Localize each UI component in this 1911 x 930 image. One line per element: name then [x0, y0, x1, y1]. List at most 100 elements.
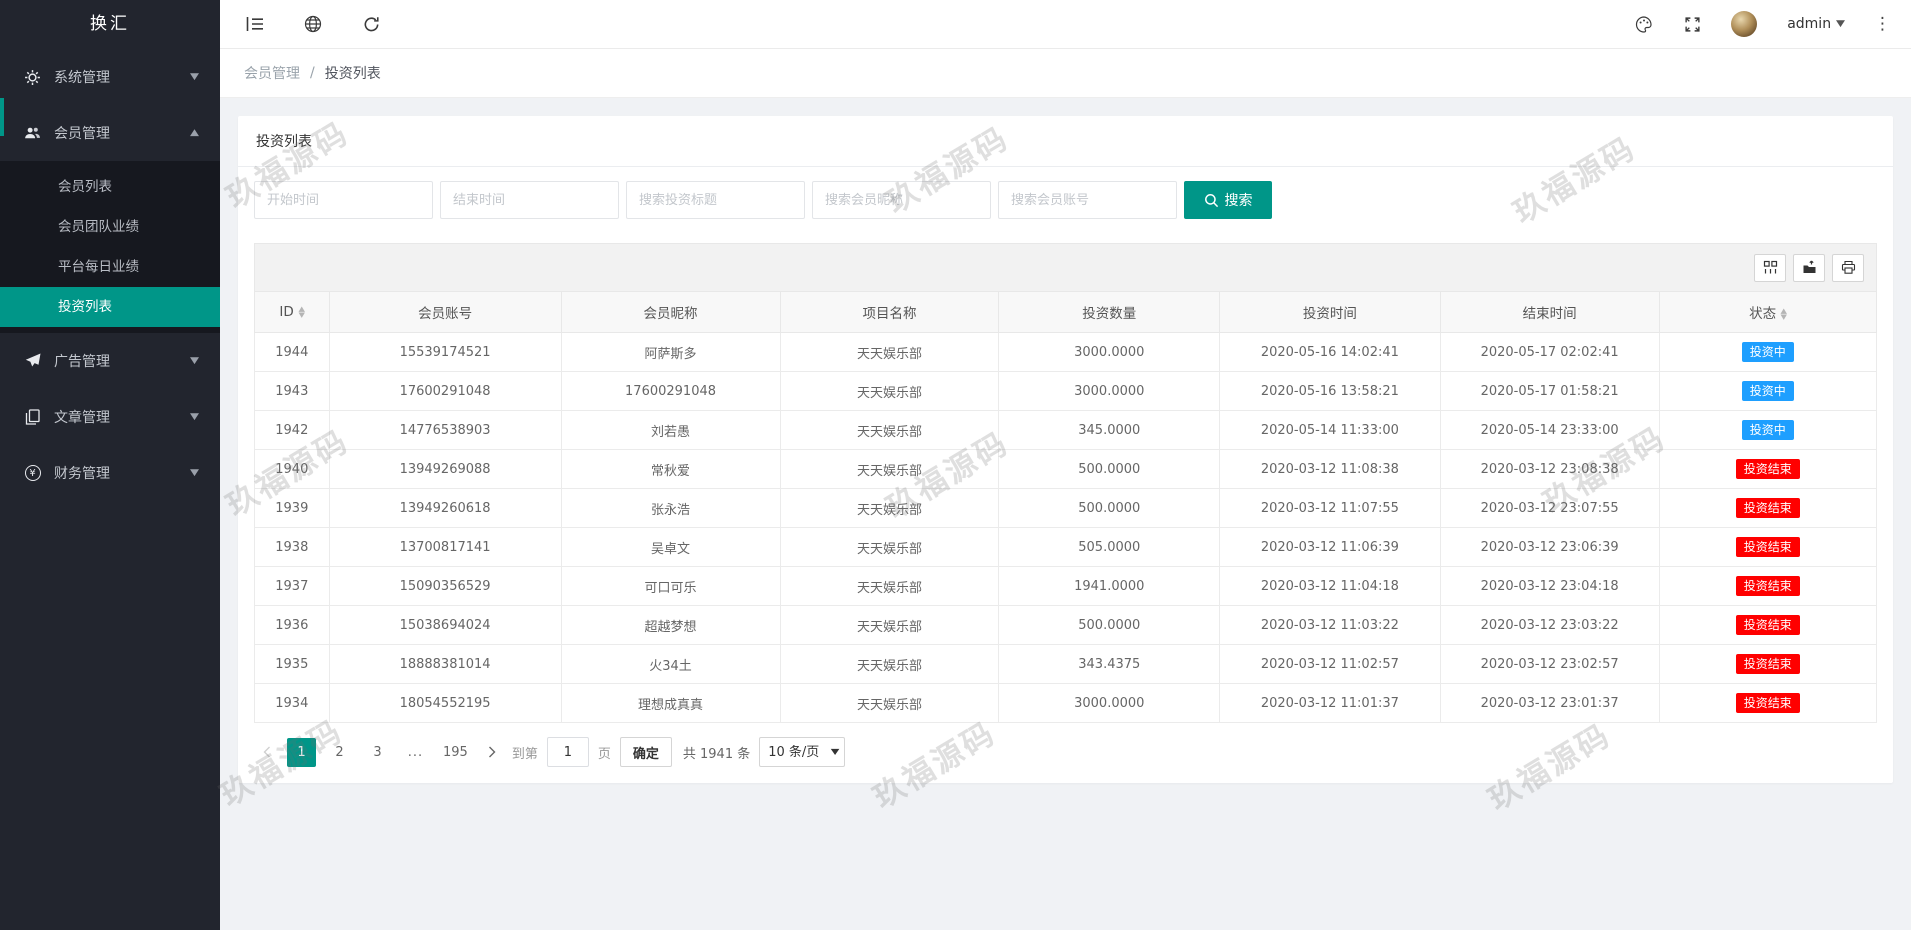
sidebar-item-daily-performance[interactable]: 平台每日业绩 [0, 247, 220, 287]
cell-invest-time: 2020-03-12 11:01:37 [1220, 684, 1441, 723]
avatar[interactable] [1731, 11, 1757, 37]
cell-amount: 505.0000 [999, 528, 1220, 567]
fullscreen-icon[interactable] [1683, 15, 1701, 33]
sidebar-item-finance[interactable]: ¥ 财务管理 ▼ [0, 445, 220, 501]
search-icon [1204, 193, 1219, 208]
cell-nickname: 常秋爱 [561, 450, 780, 489]
export-icon[interactable] [1793, 254, 1825, 282]
cell-id: 1939 [255, 489, 330, 528]
globe-icon[interactable] [304, 15, 322, 33]
end-time-input[interactable] [440, 181, 619, 219]
cell-account: 13700817141 [329, 528, 561, 567]
copy-icon [24, 409, 41, 426]
sidebar-submenu: 会员列表 会员团队业绩 平台每日业绩 投资列表 [0, 161, 220, 333]
table-row: 1940 13949269088 常秋爱 天天娱乐部 500.0000 2020… [255, 450, 1877, 489]
cell-invest-time: 2020-03-12 11:07:55 [1220, 489, 1441, 528]
pagination-page[interactable]: 2 [325, 738, 354, 767]
pagination: 123...195 到第 页 确定 共 1941 条 10 条/页 [254, 723, 1877, 783]
cell-invest-time: 2020-03-12 11:03:22 [1220, 606, 1441, 645]
cell-nickname: 火34土 [561, 645, 780, 684]
sidebar-item-label: 财务管理 [54, 463, 191, 483]
breadcrumb-parent[interactable]: 会员管理 [244, 63, 300, 83]
column-header-id[interactable]: ID▲▼ [255, 292, 330, 333]
status-badge: 投资结束 [1736, 693, 1800, 713]
palette-icon[interactable] [1635, 15, 1653, 33]
goto-page-input[interactable] [547, 737, 589, 767]
cell-account: 14776538903 [329, 411, 561, 450]
chevron-down-icon: ▼ [190, 72, 199, 82]
pagination-page[interactable]: 3 [363, 738, 392, 767]
cell-account: 18888381014 [329, 645, 561, 684]
start-time-input[interactable] [254, 181, 433, 219]
cell-account: 13949269088 [329, 450, 561, 489]
next-page-icon[interactable] [481, 738, 503, 766]
column-header-end-time: 结束时间 [1440, 292, 1659, 333]
cell-project: 天天娱乐部 [780, 450, 999, 489]
columns-icon[interactable] [1754, 254, 1786, 282]
user-menu[interactable]: admin ▼ [1787, 16, 1844, 32]
sidebar-item-investment-list[interactable]: 投资列表 [0, 287, 220, 327]
cell-nickname: 刘若愚 [561, 411, 780, 450]
cell-project: 天天娱乐部 [780, 372, 999, 411]
per-page-select-wrap: 10 条/页 ▼ [759, 737, 845, 767]
search-button-label: 搜索 [1225, 190, 1253, 210]
sidebar-item-team-performance[interactable]: 会员团队业绩 [0, 207, 220, 247]
yen-icon: ¥ [24, 465, 41, 482]
cell-end-time: 2020-05-17 02:02:41 [1440, 333, 1659, 372]
column-header-invest-time: 投资时间 [1220, 292, 1441, 333]
invest-title-input[interactable] [626, 181, 805, 219]
cell-amount: 3000.0000 [999, 333, 1220, 372]
sidebar-item-ads[interactable]: 广告管理 ▼ [0, 333, 220, 389]
cell-id: 1934 [255, 684, 330, 723]
search-filters: 搜索 [238, 167, 1893, 229]
status-badge: 投资结束 [1736, 615, 1800, 635]
column-header-status[interactable]: 状态▲▼ [1659, 292, 1876, 333]
sidebar-item-member[interactable]: 会员管理 ▲ [0, 105, 220, 161]
column-header-account: 会员账号 [329, 292, 561, 333]
cell-nickname: 阿萨斯多 [561, 333, 780, 372]
chevron-down-icon: ▼ [190, 412, 199, 422]
sidebar-item-label: 会员管理 [54, 123, 191, 143]
status-badge: 投资中 [1742, 381, 1794, 401]
per-page-select[interactable]: 10 条/页 [759, 737, 845, 767]
search-button[interactable]: 搜索 [1184, 181, 1272, 219]
pagination-pages: 123... 195 [287, 738, 472, 767]
cell-amount: 345.0000 [999, 411, 1220, 450]
member-account-input[interactable] [998, 181, 1177, 219]
chevron-up-icon: ▲ [190, 128, 199, 138]
refresh-icon[interactable] [362, 15, 380, 33]
table-row: 1935 18888381014 火34土 天天娱乐部 343.4375 202… [255, 645, 1877, 684]
cell-end-time: 2020-03-12 23:07:55 [1440, 489, 1659, 528]
more-options-icon[interactable]: ⋮ [1874, 14, 1891, 34]
table-row: 1937 15090356529 可口可乐 天天娱乐部 1941.0000 20… [255, 567, 1877, 606]
cell-id: 1944 [255, 333, 330, 372]
pagination-page[interactable]: 195 [439, 738, 472, 767]
print-icon[interactable] [1832, 254, 1864, 282]
pagination-ellipsis: ... [401, 738, 430, 767]
collapse-menu-icon[interactable] [246, 15, 264, 33]
cell-account: 15038694024 [329, 606, 561, 645]
status-badge: 投资结束 [1736, 537, 1800, 557]
cell-status: 投资结束 [1659, 606, 1876, 645]
cell-id: 1943 [255, 372, 330, 411]
column-header-nickname: 会员昵称 [561, 292, 780, 333]
main-area: admin ▼ ⋮ 会员管理 / 投资列表 投资列表 [220, 0, 1911, 930]
prev-page-icon[interactable] [256, 738, 278, 766]
member-nickname-input[interactable] [812, 181, 991, 219]
cell-nickname: 17600291048 [561, 372, 780, 411]
table-section: ID▲▼ 会员账号 会员昵称 项目名称 投资数量 投资时间 结束时间 状态▲▼ … [254, 243, 1877, 783]
cell-account: 18054552195 [329, 684, 561, 723]
cell-invest-time: 2020-05-16 14:02:41 [1220, 333, 1441, 372]
investment-table: ID▲▼ 会员账号 会员昵称 项目名称 投资数量 投资时间 结束时间 状态▲▼ … [254, 291, 1877, 723]
sidebar-item-articles[interactable]: 文章管理 ▼ [0, 389, 220, 445]
user-name: admin [1787, 16, 1831, 32]
confirm-button[interactable]: 确定 [620, 737, 672, 767]
sidebar-nav: 系统管理 ▼ 会员管理 ▲ 会员列表 会员团队业绩 平台每日业绩 投资列表 [0, 49, 220, 501]
cell-end-time: 2020-03-12 23:06:39 [1440, 528, 1659, 567]
pagination-page[interactable]: 1 [287, 738, 316, 767]
cell-id: 1942 [255, 411, 330, 450]
cell-project: 天天娱乐部 [780, 489, 999, 528]
cell-project: 天天娱乐部 [780, 567, 999, 606]
sidebar-item-system[interactable]: 系统管理 ▼ [0, 49, 220, 105]
sidebar-item-member-list[interactable]: 会员列表 [0, 167, 220, 207]
